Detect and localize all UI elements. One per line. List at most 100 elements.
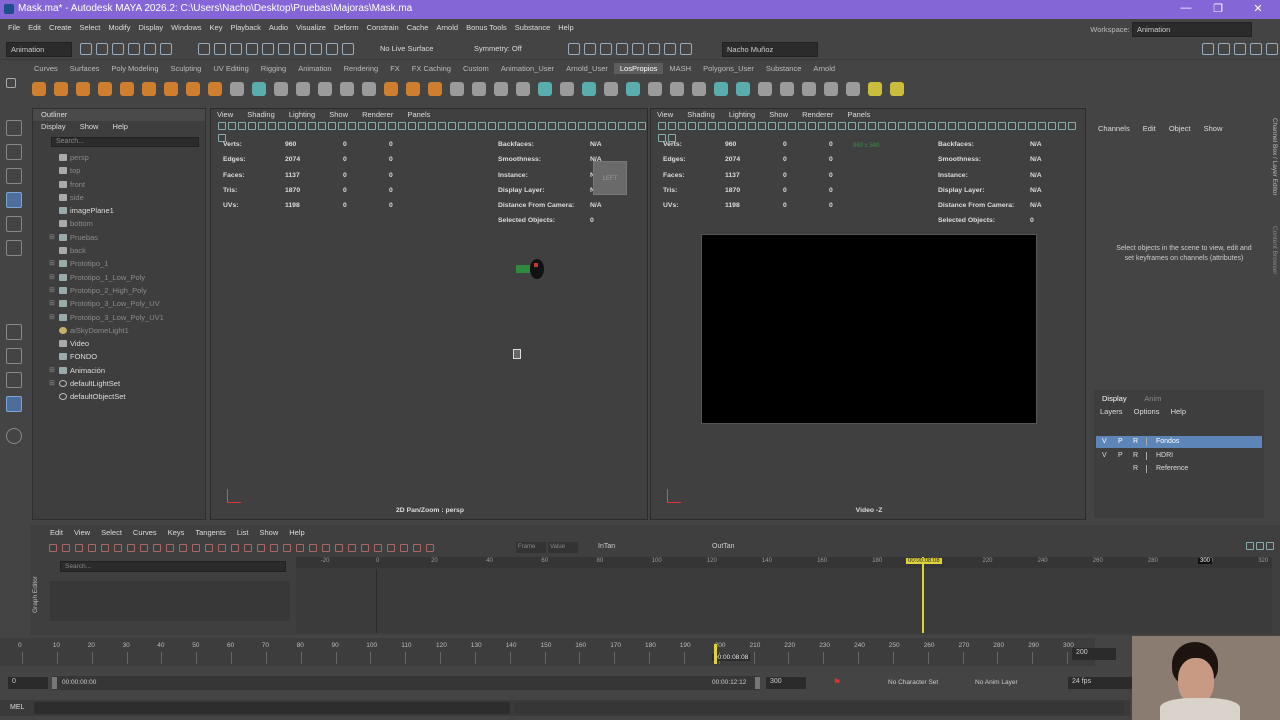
render-7-icon[interactable] bbox=[664, 43, 676, 55]
expand-icon[interactable]: ⊞ bbox=[49, 257, 55, 270]
viewport-tool-28-icon[interactable] bbox=[928, 122, 936, 130]
viewport-tool-15-icon[interactable] bbox=[798, 122, 806, 130]
shelf-tool-39-icon[interactable] bbox=[868, 82, 882, 96]
graph-tool-28-icon[interactable] bbox=[400, 544, 408, 552]
menu-substance[interactable]: Substance bbox=[511, 19, 554, 36]
viewport-tool-18-icon[interactable] bbox=[828, 122, 836, 130]
menu-cache[interactable]: Cache bbox=[403, 19, 433, 36]
graph-tool-24-icon[interactable] bbox=[348, 544, 356, 552]
current-time-marker[interactable] bbox=[714, 644, 717, 664]
viewport-tool-6-icon[interactable] bbox=[268, 122, 276, 130]
graph-tool-10-icon[interactable] bbox=[166, 544, 174, 552]
layer-tab-display[interactable]: Display bbox=[1102, 394, 1127, 403]
shelf-tool-6-icon[interactable] bbox=[142, 82, 156, 96]
viewport2-menu-show[interactable]: Show bbox=[769, 110, 788, 119]
four-view-layout-icon[interactable] bbox=[6, 348, 22, 364]
viewport2-menu-panels[interactable]: Panels bbox=[847, 110, 870, 119]
paint-select-tool-icon[interactable] bbox=[6, 168, 22, 184]
graph-menu-show[interactable]: Show bbox=[260, 528, 279, 537]
viewport2-menu-shading[interactable]: Shading bbox=[687, 110, 715, 119]
viewport-menu-shading[interactable]: Shading bbox=[247, 110, 275, 119]
viewport-tool-26-icon[interactable] bbox=[908, 122, 916, 130]
shelf-tab-mash[interactable]: MASH bbox=[663, 63, 697, 74]
graph-time-indicator[interactable] bbox=[922, 557, 924, 633]
outliner-menu-show[interactable]: Show bbox=[80, 122, 99, 131]
minimize-button[interactable]: — bbox=[1176, 2, 1196, 14]
outliner-item[interactable]: front bbox=[33, 178, 205, 191]
viewport-tool-15-icon[interactable] bbox=[358, 122, 366, 130]
range-bar[interactable] bbox=[52, 676, 760, 690]
shelf-tool-12-icon[interactable] bbox=[274, 82, 288, 96]
graph-menu-list[interactable]: List bbox=[237, 528, 249, 537]
viewport-tool-17-icon[interactable] bbox=[378, 122, 386, 130]
viewport-video[interactable]: View Shading Lighting Show Renderer Pane… bbox=[650, 108, 1086, 520]
selection-mask-2-icon[interactable] bbox=[214, 43, 226, 55]
expand-icon[interactable]: ⊞ bbox=[49, 284, 55, 297]
selection-mask-10-icon[interactable] bbox=[342, 43, 354, 55]
shelf-tool-14-icon[interactable] bbox=[318, 82, 332, 96]
shelf-tab-fx[interactable]: FX bbox=[384, 63, 406, 74]
viewport-menu-show[interactable]: Show bbox=[329, 110, 348, 119]
graph-tool-18-icon[interactable] bbox=[270, 544, 278, 552]
shelf-tool-24-icon[interactable] bbox=[538, 82, 552, 96]
layer-reference-toggle[interactable]: R bbox=[1133, 436, 1138, 448]
viewport-tool-14-icon[interactable] bbox=[788, 122, 796, 130]
outliner-item[interactable]: ⊞ Prototipo_1_Low_Poly bbox=[33, 271, 205, 284]
menu-create[interactable]: Create bbox=[45, 19, 76, 36]
viewport-tool-36-icon[interactable] bbox=[1008, 122, 1016, 130]
viewport-tool-24-icon[interactable] bbox=[448, 122, 456, 130]
graph-curve-area[interactable]: -200204060801001201401601802002202402602… bbox=[296, 557, 1272, 633]
viewport-tool-23-icon[interactable] bbox=[438, 122, 446, 130]
shelf-tool-35-icon[interactable] bbox=[780, 82, 794, 96]
channelbox-menu-channels[interactable]: Channels bbox=[1098, 124, 1130, 133]
viewport-tool-5-icon[interactable] bbox=[698, 122, 706, 130]
shelf-tool-19-icon[interactable] bbox=[428, 82, 442, 96]
menu-windows[interactable]: Windows bbox=[167, 19, 205, 36]
shelf-tool-22-icon[interactable] bbox=[494, 82, 508, 96]
graph-tool-8-icon[interactable] bbox=[140, 544, 148, 552]
anim-layer-field[interactable]: No Anim Layer bbox=[975, 679, 1018, 686]
viewport-tool-38-icon[interactable] bbox=[588, 122, 596, 130]
viewport-tool-12-icon[interactable] bbox=[768, 122, 776, 130]
graph-tool-13-icon[interactable] bbox=[205, 544, 213, 552]
render-4-icon[interactable] bbox=[616, 43, 628, 55]
auto-key-icon[interactable]: ⚑ bbox=[833, 677, 843, 688]
outliner-item[interactable]: ⊞ Animación bbox=[33, 364, 205, 377]
shelf-tool-29-icon[interactable] bbox=[648, 82, 662, 96]
scale-tool-icon[interactable] bbox=[6, 240, 22, 256]
shelf-tool-18-icon[interactable] bbox=[406, 82, 420, 96]
graph-tool-23-icon[interactable] bbox=[335, 544, 343, 552]
viewport-tool-34-icon[interactable] bbox=[548, 122, 556, 130]
render-5-icon[interactable] bbox=[632, 43, 644, 55]
outliner-item[interactable]: top bbox=[33, 164, 205, 177]
viewport-tool-28-icon[interactable] bbox=[488, 122, 496, 130]
shelf-tool-27-icon[interactable] bbox=[604, 82, 618, 96]
shelf-tool-40-icon[interactable] bbox=[890, 82, 904, 96]
viewport-tool-20-icon[interactable] bbox=[848, 122, 856, 130]
viewport-tool-30-icon[interactable] bbox=[948, 122, 956, 130]
viewport-tool-40-icon[interactable] bbox=[608, 122, 616, 130]
shelf-tab-poly-modeling[interactable]: Poly Modeling bbox=[105, 63, 164, 74]
viewport-tool-35-icon[interactable] bbox=[998, 122, 1006, 130]
file-tool-5-icon[interactable] bbox=[144, 43, 156, 55]
graph-menu-view[interactable]: View bbox=[74, 528, 90, 537]
shelf-tool-32-icon[interactable] bbox=[714, 82, 728, 96]
viewport-tool-1-icon[interactable] bbox=[658, 122, 666, 130]
current-frame-field[interactable]: 200 bbox=[1072, 648, 1116, 660]
shelf-tool-20-icon[interactable] bbox=[450, 82, 464, 96]
viewport-tool-33-icon[interactable] bbox=[978, 122, 986, 130]
shelf-tool-5-icon[interactable] bbox=[120, 82, 134, 96]
layer-color-swatch[interactable] bbox=[1146, 438, 1154, 446]
viewport-tool-43-icon[interactable] bbox=[638, 122, 646, 130]
viewport-tool-21-icon[interactable] bbox=[858, 122, 866, 130]
graph-search-input[interactable]: Search... bbox=[60, 561, 286, 572]
time-slider[interactable]: 0 10 20 30 40 50 60 70 80 90 100 110 120 130 140 150 160… bbox=[0, 638, 1095, 666]
shelf-tool-33-icon[interactable] bbox=[736, 82, 750, 96]
viewport-tool-34-icon[interactable] bbox=[988, 122, 996, 130]
layer-color-swatch[interactable] bbox=[1146, 451, 1154, 460]
outliner-item[interactable]: imagePlane1 bbox=[33, 204, 205, 217]
persp-graph-layout-icon[interactable] bbox=[6, 396, 22, 412]
maximize-button[interactable]: ❐ bbox=[1208, 2, 1228, 15]
shelf-tool-11-icon[interactable] bbox=[252, 82, 266, 96]
viewport-tool-19-icon[interactable] bbox=[398, 122, 406, 130]
